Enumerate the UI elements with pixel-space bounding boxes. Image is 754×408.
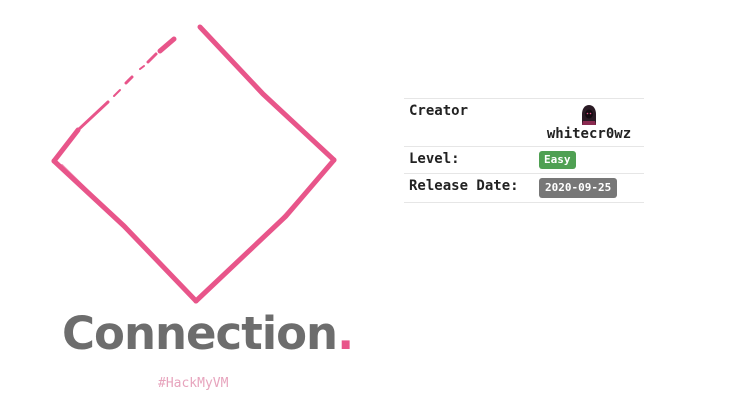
- hashtag-label: #HackMyVM: [158, 376, 229, 391]
- level-row: Level: Easy: [404, 146, 644, 174]
- hooded-figure-avatar-icon: [578, 103, 600, 125]
- release-row: Release Date: 2020-09-25: [404, 173, 644, 203]
- creator-cell[interactable]: whitecr0wz: [539, 103, 639, 142]
- release-date-label: Release Date:: [404, 173, 534, 203]
- machine-info-table: Creator whitecr0wz Level: Easy Release D…: [404, 98, 644, 203]
- level-value: Easy: [534, 146, 644, 174]
- level-badge: Easy: [539, 151, 576, 169]
- level-label: Level:: [404, 146, 534, 174]
- release-date-badge: 2020-09-25: [539, 178, 618, 198]
- creator-value: whitecr0wz: [534, 98, 644, 147]
- title-accent-dot: .: [337, 307, 354, 360]
- creator-name-link[interactable]: whitecr0wz: [547, 126, 631, 142]
- release-date-value: 2020-09-25: [534, 173, 644, 203]
- creator-label: Creator: [404, 98, 534, 147]
- machine-title: Connection.: [62, 307, 354, 360]
- creator-row: Creator whitecr0wz: [404, 98, 644, 147]
- diamond-logo-icon: [51, 24, 337, 304]
- machine-card: Connection. #HackMyVM Creator whitecr0wz…: [0, 0, 754, 408]
